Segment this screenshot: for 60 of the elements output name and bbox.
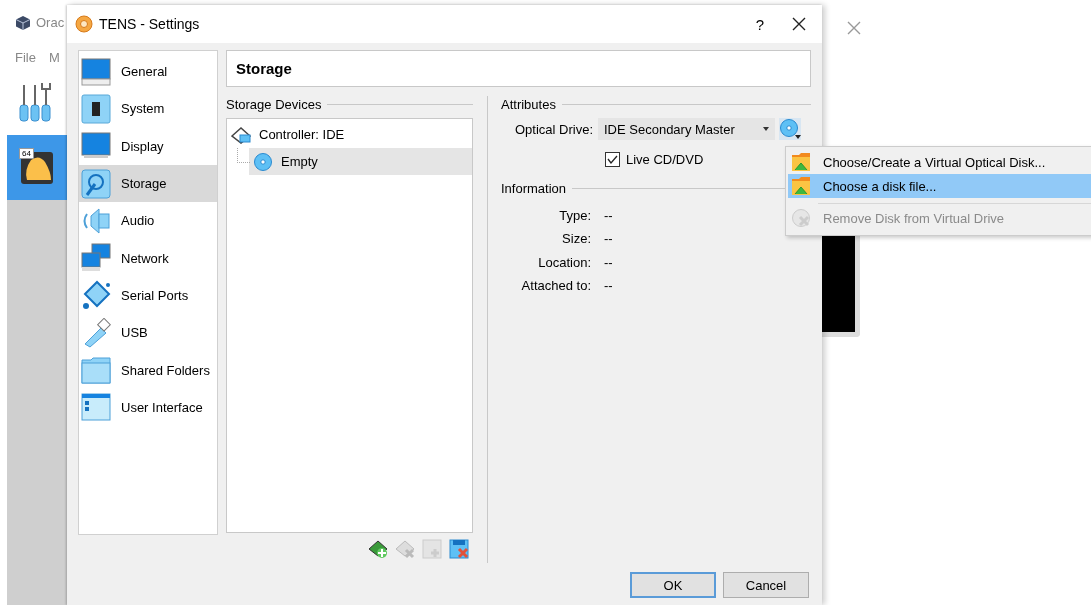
help-button[interactable]: ? (734, 15, 786, 33)
folder-icon (81, 355, 111, 385)
controller-icon (231, 125, 251, 144)
sidebar-item[interactable]: Storage (79, 164, 217, 203)
folder-icon (791, 176, 811, 196)
menu-item[interactable]: File (15, 49, 36, 65)
speaker-icon (81, 205, 111, 236)
field-label: Optical Drive: (513, 121, 594, 137)
group-label: Storage Devices (226, 96, 322, 112)
optical-drive-dropdown[interactable]: IDE Secondary Master (598, 118, 775, 140)
close-icon[interactable] (792, 17, 806, 31)
tree-item[interactable]: Controller: IDE (227, 121, 472, 148)
menu-item[interactable]: Choose a disk file... (788, 174, 1091, 198)
window-title: TENS - Settings (99, 16, 201, 32)
group-label: Information (501, 180, 567, 196)
field-value: -- (603, 231, 613, 247)
serial-port-icon (81, 280, 111, 311)
field-label: Size: (561, 231, 592, 247)
field-label: Location: (537, 254, 592, 270)
sidebar-item[interactable]: Network (79, 239, 217, 277)
remove-disc-icon (791, 208, 811, 228)
field-label: Type: (558, 207, 592, 223)
disk-menu-button[interactable] (779, 118, 801, 140)
menu-item[interactable]: M (48, 49, 60, 65)
chip-icon (81, 93, 111, 124)
dialog-button[interactable]: Cancel (723, 572, 809, 598)
tools-icon[interactable] (18, 81, 54, 123)
window-title: Orac (36, 15, 65, 30)
field-value: -- (603, 254, 613, 270)
cube-icon (15, 14, 31, 31)
window-icon (81, 392, 111, 423)
sidebar-item[interactable]: User Interface (79, 388, 217, 426)
disc-icon (779, 118, 801, 140)
field-value: -- (603, 278, 613, 294)
folder-icon (791, 152, 811, 172)
field-value: -- (603, 207, 613, 223)
vm-list-item[interactable]: 64 (7, 135, 67, 200)
network-icon (81, 243, 111, 274)
field-label: Attached to: (520, 278, 592, 294)
sidebar-item[interactable]: Shared Folders (79, 351, 217, 389)
sidebar-item[interactable]: System (79, 90, 217, 128)
menu-item[interactable]: Choose/Create a Virtual Optical Disk... (788, 150, 1091, 174)
tree-item[interactable]: Empty (249, 148, 472, 175)
sidebar-item[interactable]: Audio (79, 202, 217, 240)
group-label: Attributes (501, 96, 556, 112)
add-controller-icon[interactable] (368, 539, 389, 559)
dialog-button[interactable]: OK (630, 572, 716, 598)
sidebar-item[interactable]: Display (79, 127, 217, 165)
disc-icon (253, 151, 273, 172)
sidebar-item[interactable]: USB (79, 314, 217, 352)
monitor-icon (81, 56, 111, 87)
remove-attachment-icon[interactable] (449, 539, 470, 559)
check-icon (607, 154, 618, 164)
checkbox-label[interactable]: Live CD/DVD (626, 151, 704, 167)
checkbox[interactable] (605, 151, 620, 167)
sidebar-item[interactable]: Serial Ports (79, 276, 217, 315)
sidebar-item[interactable]: General (79, 53, 217, 91)
page-title: Storage (226, 50, 811, 87)
caret-icon (763, 127, 769, 131)
architecture-badge: 64 (19, 147, 34, 159)
